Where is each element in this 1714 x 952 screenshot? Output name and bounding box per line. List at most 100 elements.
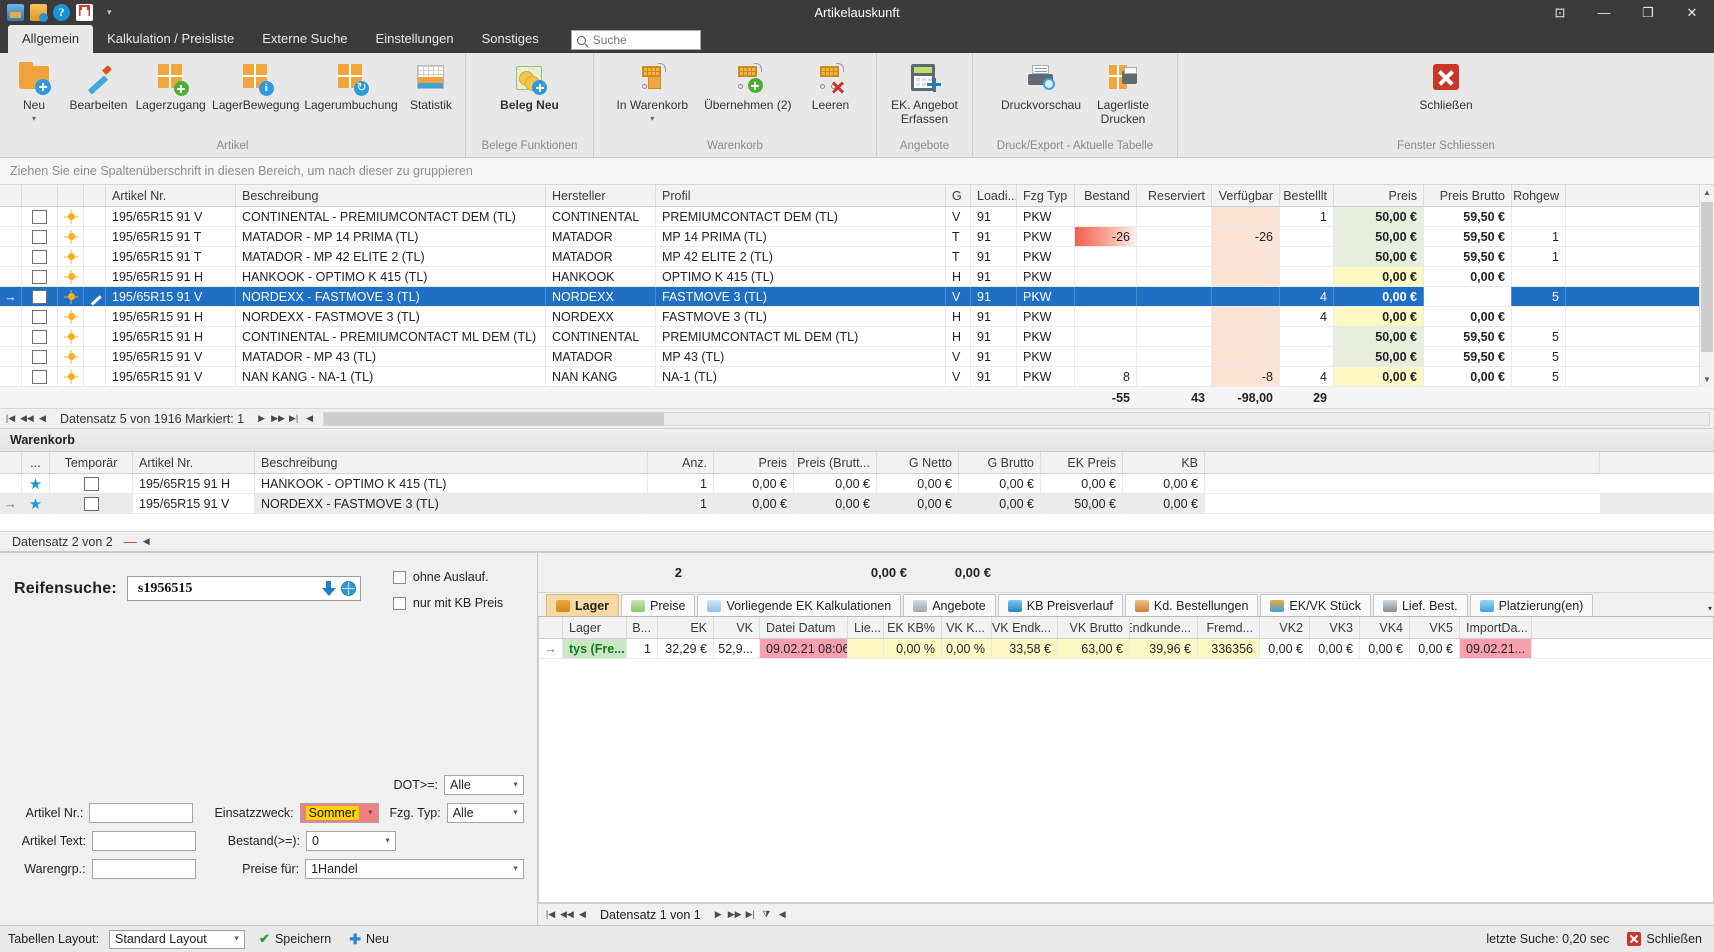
ribbon-button-statistik[interactable]: Statistik — [400, 59, 462, 113]
ribbon-button-ek-angebot-erfassen[interactable]: EK. Angebot Erfassen — [883, 59, 966, 126]
lg-col-header-lie[interactable]: Lie... — [848, 617, 884, 638]
ribbon-button-leeren[interactable]: Leeren — [799, 59, 861, 113]
col-header-preisbrutto[interactable]: Preis Brutto — [1424, 185, 1512, 206]
lg-col-header-vk4[interactable]: VK4 — [1360, 617, 1410, 638]
nav-prev-icon[interactable]: ◀ — [576, 909, 589, 920]
warenkorb-filter-icon[interactable]: ◀ — [140, 536, 153, 547]
lg-col-header-ekkb[interactable]: EK KB% — [884, 617, 942, 638]
table-row[interactable]: → ★ 195/65R15 91 V NORDEXX - FASTMOVE 3 (TL… — [0, 494, 1714, 514]
tab-angebote[interactable]: Angebote — [903, 594, 996, 616]
checkbox-box[interactable] — [392, 570, 406, 584]
select-dot[interactable]: Alle ▼ — [444, 775, 524, 795]
chevron-down-icon[interactable]: ▼ — [384, 838, 391, 845]
nav-next-icon[interactable]: ▶ — [712, 909, 725, 920]
row-checkbox[interactable] — [32, 329, 47, 344]
ribbon-search-box[interactable] — [570, 30, 701, 50]
scroll-down-icon[interactable]: ▼ — [1700, 372, 1714, 387]
wk-col-header-gbrutto[interactable]: G Brutto — [959, 452, 1041, 473]
tab-ek-vk-st-ck[interactable]: EK/VK Stück — [1260, 594, 1371, 616]
close-button[interactable]: ✕ — [1670, 0, 1714, 25]
ribbon-button-lagerzugang[interactable]: Lagerzugang — [132, 59, 209, 113]
lg-col-header-ek[interactable]: EK — [658, 617, 714, 638]
row-checkbox[interactable] — [32, 289, 47, 304]
maximize-button[interactable]: ❐ — [1626, 0, 1670, 25]
article-grid-horizontal-scrollbar[interactable] — [323, 411, 1710, 426]
table-row[interactable]: 195/65R15 91 H NORDEXX - FASTMOVE 3 (TL) N… — [0, 307, 1699, 327]
tab-einstellungen[interactable]: Einstellungen — [362, 25, 468, 53]
lg-col-header-vk5[interactable]: VK5 — [1410, 617, 1460, 638]
group-by-panel[interactable]: Ziehen Sie eine Spaltenüberschrift in di… — [0, 158, 1714, 185]
col-header-hersteller[interactable]: Hersteller — [546, 185, 656, 206]
nav-next-page-icon[interactable]: ▶▶ — [271, 413, 285, 424]
star-icon[interactable]: ★ — [29, 475, 42, 493]
temporary-checkbox[interactable] — [83, 496, 99, 511]
nav-last-icon[interactable]: ▶| — [287, 413, 300, 424]
tab-kb-preisverlauf[interactable]: KB Preisverlauf — [997, 594, 1123, 616]
col-header-check[interactable] — [22, 185, 58, 206]
tab-platzierung-en[interactable]: Platzierung(en) — [1469, 594, 1594, 616]
wk-col-header-rest[interactable] — [1205, 452, 1600, 473]
nav-next-page-icon[interactable]: ▶▶ — [728, 909, 742, 920]
checkbox-ohne-auslauf[interactable]: ohne Auslauf. — [392, 570, 503, 584]
wk-col-header-temp[interactable]: Temporär — [50, 452, 133, 473]
col-header-preis[interactable]: Preis — [1334, 185, 1424, 206]
select-fzg-typ[interactable]: Alle ▼ — [446, 803, 524, 823]
lg-col-header-vkk[interactable]: VK K... — [942, 617, 992, 638]
new-layout-button[interactable]: ✚ Neu — [345, 929, 393, 950]
table-row[interactable]: 195/65R15 91 T MATADOR - MP 42 ELITE 2 (T… — [0, 247, 1699, 267]
wk-col-header-ekpreis[interactable]: EK Preis — [1041, 452, 1123, 473]
chevron-down-icon[interactable]: ▾ — [650, 114, 654, 123]
lg-col-header-mark[interactable] — [539, 617, 563, 638]
tab-overflow-icon[interactable]: ▾ — [1708, 604, 1712, 613]
temporary-checkbox[interactable] — [83, 476, 99, 491]
nav-filter-icon[interactable]: ◀ — [303, 413, 316, 424]
col-header-mark[interactable] — [0, 185, 22, 206]
input-artikel-nr[interactable] — [89, 803, 194, 823]
nav-prev-page-icon[interactable]: ◀◀ — [560, 909, 574, 920]
lg-col-header-vkendk[interactable]: VK Endk... — [992, 617, 1058, 638]
open-folder-icon[interactable] — [30, 4, 48, 22]
filter-icon[interactable]: ⧩ — [760, 909, 773, 920]
nav-first-icon[interactable]: |◀ — [544, 909, 557, 920]
lg-col-header-dateidatum[interactable]: Datei Datum — [760, 617, 848, 638]
ribbon-button-druckvorschau[interactable]: Druckvorschau — [993, 59, 1089, 113]
chevron-down-icon[interactable]: ▼ — [512, 782, 519, 789]
tab-lager[interactable]: Lager — [546, 594, 620, 616]
wk-col-header-artikelnr[interactable]: Artikel Nr. — [133, 452, 255, 473]
nav-extra-icon[interactable]: ◀ — [776, 909, 789, 920]
col-header-beschreibung[interactable]: Beschreibung — [236, 185, 546, 206]
close-status-button[interactable]: Schließen — [1623, 930, 1706, 948]
nav-next-icon[interactable]: ▶ — [255, 413, 268, 424]
chevron-down-icon[interactable]: ▼ — [367, 810, 374, 817]
table-row[interactable]: 195/65R15 91 V MATADOR - MP 43 (TL) MATADO… — [0, 347, 1699, 367]
wk-col-header-preisbrutto[interactable]: Preis (Brutt... — [794, 452, 877, 473]
select-bestand[interactable]: 0 ▼ — [306, 831, 396, 851]
lg-col-header-vk2[interactable]: VK2 — [1260, 617, 1310, 638]
download-arrow-icon[interactable] — [321, 581, 336, 596]
tab-vorliegende-ek-kalkulationen[interactable]: Vorliegende EK Kalkulationen — [697, 594, 902, 616]
wk-col-header-preis[interactable]: Preis — [714, 452, 794, 473]
row-checkbox[interactable] — [32, 369, 47, 384]
lg-col-header-endkunde[interactable]: Endkunde... — [1130, 617, 1198, 638]
help-icon[interactable]: ? — [53, 4, 70, 21]
nav-prev-icon[interactable]: ◀ — [36, 413, 49, 424]
row-checkbox[interactable] — [32, 209, 47, 224]
star-icon[interactable]: ★ — [29, 495, 42, 513]
select-tabellen-layout[interactable]: Standard Layout ▼ — [109, 929, 246, 949]
table-row[interactable]: 195/65R15 91 H HANKOOK - OPTIMO K 415 (TL… — [0, 267, 1699, 287]
reifensuche-input[interactable] — [135, 579, 322, 598]
col-header-bestellt[interactable]: Bestelllt — [1280, 185, 1334, 206]
checkbox-nur-mit-kb-preis[interactable]: nur mit KB Preis — [392, 596, 503, 610]
col-header-verfuegbar[interactable]: Verfügbar — [1212, 185, 1280, 206]
col-header-bestand[interactable]: Bestand — [1075, 185, 1137, 206]
col-header-g[interactable]: G — [946, 185, 971, 206]
lg-col-header-b[interactable]: B... — [627, 617, 658, 638]
lg-col-header-vk[interactable]: VK — [714, 617, 760, 638]
globe-icon[interactable] — [340, 581, 356, 596]
col-header-artikelnr[interactable]: Artikel Nr. — [106, 185, 236, 206]
warenkorb-remove-icon[interactable]: — — [124, 534, 137, 549]
lg-col-header-lager[interactable]: Lager — [563, 617, 627, 638]
chevron-down-icon[interactable]: ▼ — [512, 866, 519, 873]
nav-last-icon[interactable]: ▶| — [744, 909, 757, 920]
ribbon-button-neu[interactable]: Neu ▾ — [3, 59, 65, 123]
